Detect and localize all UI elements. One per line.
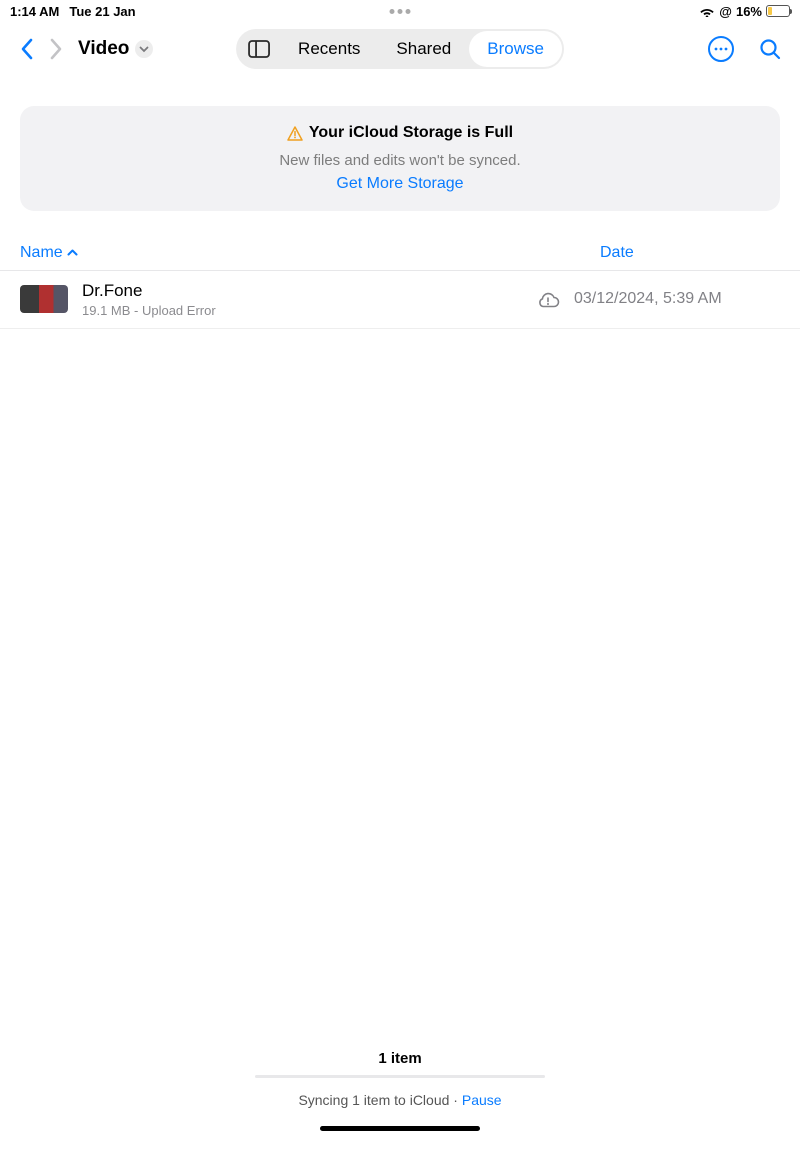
home-indicator[interactable] xyxy=(320,1126,480,1131)
sort-ascending-icon xyxy=(67,249,78,257)
more-options-button[interactable] xyxy=(708,36,734,62)
tab-browse[interactable]: Browse xyxy=(469,31,562,67)
get-more-storage-link[interactable]: Get More Storage xyxy=(336,175,463,193)
tab-recents[interactable]: Recents xyxy=(280,31,378,67)
pause-sync-button[interactable]: Pause xyxy=(462,1092,502,1108)
storage-full-notice: Your iCloud Storage is Full New files an… xyxy=(20,106,780,211)
column-header-date[interactable]: Date xyxy=(600,244,634,262)
chevron-down-icon xyxy=(135,40,153,58)
status-bar: 1:14 AM Tue 21 Jan @ 16% xyxy=(0,0,800,22)
location-label: Video xyxy=(78,38,129,60)
column-header-name[interactable]: Name xyxy=(20,244,600,262)
status-date: Tue 21 Jan xyxy=(69,4,135,19)
sync-progress xyxy=(255,1075,545,1078)
column-headers: Name Date xyxy=(0,237,800,271)
file-thumbnail xyxy=(20,285,68,313)
sync-status: Syncing 1 item to iCloud xyxy=(298,1092,449,1108)
location-title[interactable]: Video xyxy=(78,38,153,60)
file-date: 03/12/2024, 5:39 AM xyxy=(574,290,722,308)
wifi-icon xyxy=(699,5,715,17)
back-button[interactable] xyxy=(18,37,34,61)
navigation-bar: Video Recents Shared Browse xyxy=(0,22,800,76)
sidebar-toggle-icon[interactable] xyxy=(238,40,280,58)
battery-pct: 16% xyxy=(736,4,762,19)
forward-button xyxy=(48,37,64,61)
notice-title: Your iCloud Storage is Full xyxy=(309,124,513,142)
warning-icon xyxy=(287,126,303,141)
cloud-error-icon xyxy=(522,291,574,308)
status-time: 1:14 AM xyxy=(10,4,59,19)
notice-subtitle: New files and edits won't be synced. xyxy=(40,152,760,169)
file-name: Dr.Fone xyxy=(82,281,522,301)
search-button[interactable] xyxy=(758,37,782,61)
view-segmented-control: Recents Shared Browse xyxy=(236,29,564,69)
orientation-lock-icon: @ xyxy=(719,4,732,19)
battery-icon xyxy=(766,5,790,17)
footer: 1 item Syncing 1 item to iCloud · Pause xyxy=(0,1050,800,1131)
file-row[interactable]: Dr.Fone 19.1 MB - Upload Error 03/12/202… xyxy=(0,271,800,329)
tab-shared[interactable]: Shared xyxy=(378,31,469,67)
file-detail: 19.1 MB - Upload Error xyxy=(82,303,522,318)
item-count: 1 item xyxy=(0,1050,800,1067)
multitask-dots[interactable] xyxy=(390,9,411,14)
